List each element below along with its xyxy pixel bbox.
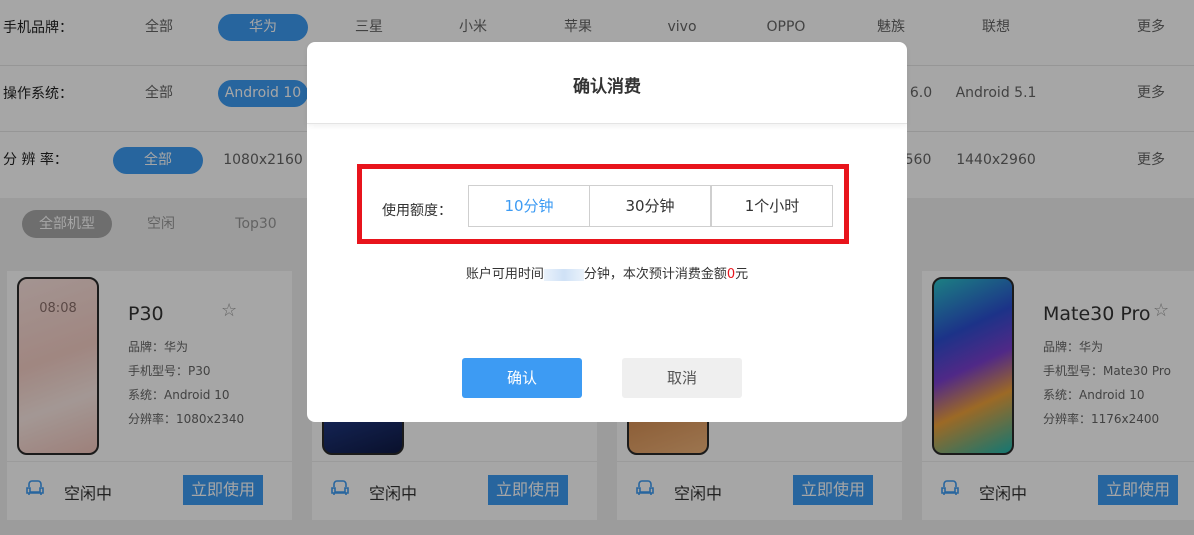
quota-label: 使用额度：	[382, 203, 452, 219]
redacted-minutes	[543, 268, 584, 281]
confirm-button[interactable]: 确认	[462, 358, 582, 398]
balance-info: 账户可用时间 分钟，本次预计消费金额0元	[307, 263, 907, 282]
quota-option-10min[interactable]: 10分钟	[468, 185, 590, 227]
confirm-consumption-dialog: 确认消费 使用额度： 10分钟 30分钟 1个小时 账户可用时间 分钟，本次预计消…	[307, 42, 907, 422]
quota-option-1hour[interactable]: 1个小时	[711, 185, 833, 227]
quota-selector-highlight: 使用额度： 10分钟 30分钟 1个小时	[357, 164, 849, 244]
cancel-button[interactable]: 取消	[622, 358, 742, 398]
dialog-title: 确认消费	[573, 77, 641, 97]
dialog-header: 确认消费	[307, 42, 907, 124]
quota-option-30min[interactable]: 30分钟	[589, 185, 711, 227]
estimated-amount: 0	[726, 267, 736, 282]
info-prefix: 账户可用时间	[465, 267, 544, 282]
info-suffix: 元	[735, 267, 749, 282]
info-mid: 分钟，本次预计消费金额	[583, 267, 727, 282]
